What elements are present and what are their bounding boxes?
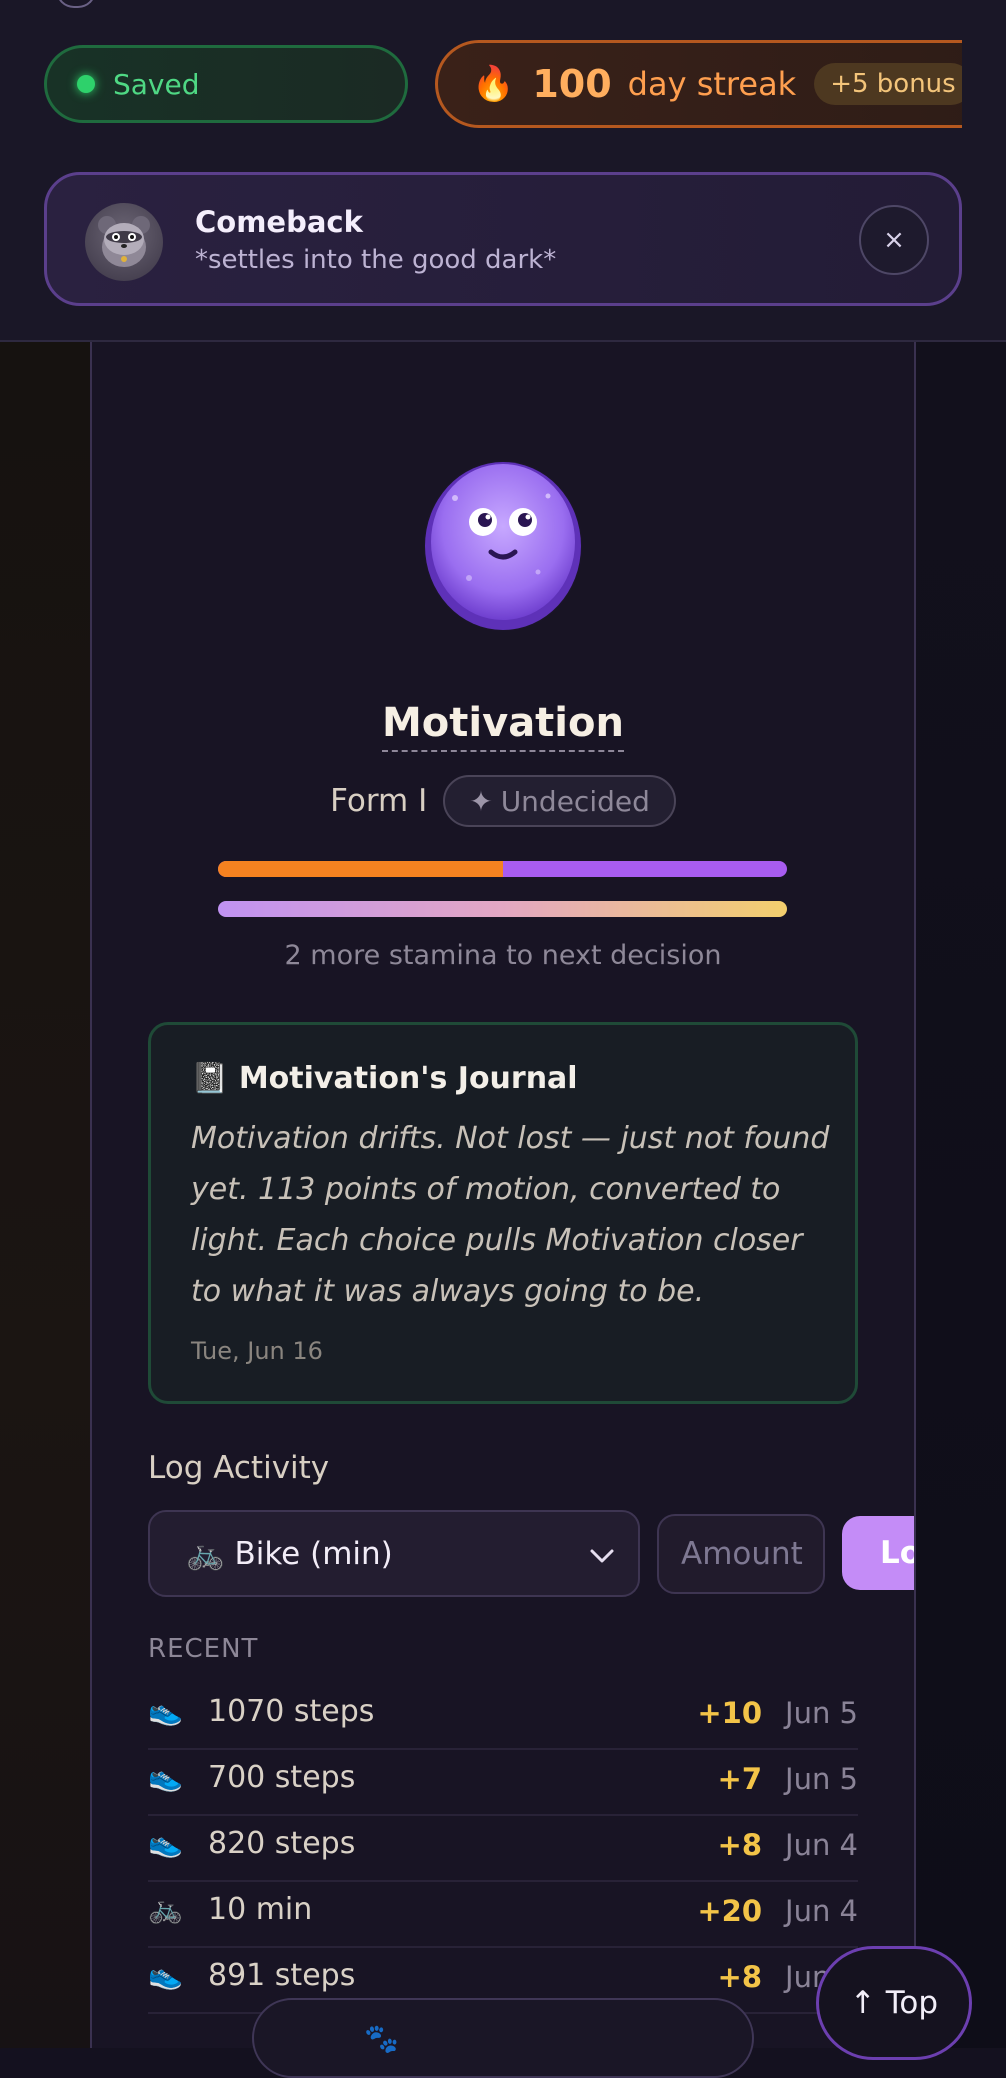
notebook-icon: 📓	[191, 1061, 229, 1096]
background-left	[0, 342, 92, 2048]
amount-input[interactable]: Amount	[657, 1514, 825, 1594]
scroll-top-button[interactable]: ↑ Top	[816, 1946, 972, 2060]
status-dot-icon	[77, 75, 95, 93]
log-button[interactable]: Log	[842, 1516, 914, 1590]
journal-card: 📓 Motivation's Journal Motivation drifts…	[148, 1022, 858, 1404]
log-activity-label: Log Activity	[148, 1450, 330, 1486]
creature-name-row: Motivation	[0, 700, 1006, 752]
energy-split-bar	[218, 861, 787, 877]
shoe-icon: 👟	[148, 1826, 183, 1859]
stamina-hint: 2 more stamina to next decision	[284, 940, 722, 971]
list-item: 👟 820 steps +8 Jun 4	[148, 1816, 858, 1882]
logo-icon	[56, 0, 96, 8]
activity-points: +10	[697, 1696, 762, 1730]
journal-date: Tue, Jun 16	[191, 1337, 323, 1365]
list-item: 🚲 10 min +20 Jun 4	[148, 1882, 858, 1948]
activity-points: +8	[717, 1960, 762, 1994]
journal-title-text: Motivation's Journal	[238, 1061, 578, 1096]
comeback-notification: Comeback *settles into the good dark* ×	[44, 172, 962, 306]
streak-count: 100	[532, 62, 612, 106]
journal-body: Motivation drifts. Not lost — just not f…	[191, 1121, 830, 1309]
stamina-progress-bar	[218, 901, 787, 917]
list-item: 👟 700 steps +7 Jun 5	[148, 1750, 858, 1816]
activity-desc: 820 steps	[208, 1826, 356, 1861]
activity-points: +7	[717, 1762, 762, 1796]
creature-name[interactable]: Motivation	[382, 700, 624, 752]
activity-desc: 10 min	[208, 1892, 313, 1927]
activity-select[interactable]: 🚲 Bike (min)	[148, 1510, 640, 1597]
close-notification-button[interactable]: ×	[859, 205, 929, 275]
form-row: Form I ✦ Undecided	[0, 775, 1006, 827]
activity-date: Jun 4	[785, 1894, 858, 1928]
activity-date: Jun 4	[785, 1828, 858, 1862]
bottom-action-pill[interactable]: 🐾	[252, 1998, 754, 2078]
streak-bonus-badge: +5 bonus	[814, 63, 962, 105]
raccoon-avatar-icon	[85, 203, 163, 281]
shoe-icon: 👟	[148, 1958, 183, 1991]
activity-desc: 1070 steps	[208, 1694, 375, 1729]
notification-title: Comeback	[195, 205, 363, 239]
saved-label: Saved	[113, 67, 200, 101]
paw-icon: 🐾	[364, 2022, 399, 2055]
saved-status-badge: Saved	[44, 45, 408, 123]
list-item: 👟 1070 steps +10 Jun 5	[148, 1684, 858, 1750]
journal-title: 📓 Motivation's Journal	[191, 1061, 578, 1096]
top-bar: Saved 🔥 100 day streak +5 bonus Comeback…	[0, 0, 1006, 342]
activity-points: +20	[697, 1894, 762, 1928]
notification-subtitle: *settles into the good dark*	[195, 245, 557, 275]
activity-date: Jun 5	[785, 1696, 858, 1730]
activity-select-value: 🚲 Bike (min)	[186, 1536, 393, 1572]
path-badge: ✦ Undecided	[443, 775, 676, 827]
energy-split-fill	[218, 861, 503, 877]
shoe-icon: 👟	[148, 1760, 183, 1793]
streak-badge: 🔥 100 day streak +5 bonus	[435, 40, 962, 128]
activity-date: Jun 5	[785, 1762, 858, 1796]
shoe-icon: 👟	[148, 1694, 183, 1727]
background-right	[914, 342, 1006, 2048]
chevron-down-icon	[590, 1549, 614, 1563]
bike-icon: 🚲	[148, 1892, 183, 1925]
recent-list: 👟 1070 steps +10 Jun 5 👟 700 steps +7 Ju…	[148, 1684, 858, 2014]
streak-label: day streak	[627, 65, 797, 103]
activity-points: +8	[717, 1828, 762, 1862]
activity-desc: 700 steps	[208, 1760, 356, 1795]
activity-desc: 891 steps	[208, 1958, 356, 1993]
creature-avatar-icon	[423, 460, 583, 632]
fire-icon: 🔥	[472, 64, 515, 104]
recent-label: RECENT	[148, 1634, 259, 1664]
path-label: Undecided	[500, 784, 650, 818]
form-label: Form I	[330, 783, 428, 819]
sparkle-icon: ✦	[469, 784, 493, 818]
